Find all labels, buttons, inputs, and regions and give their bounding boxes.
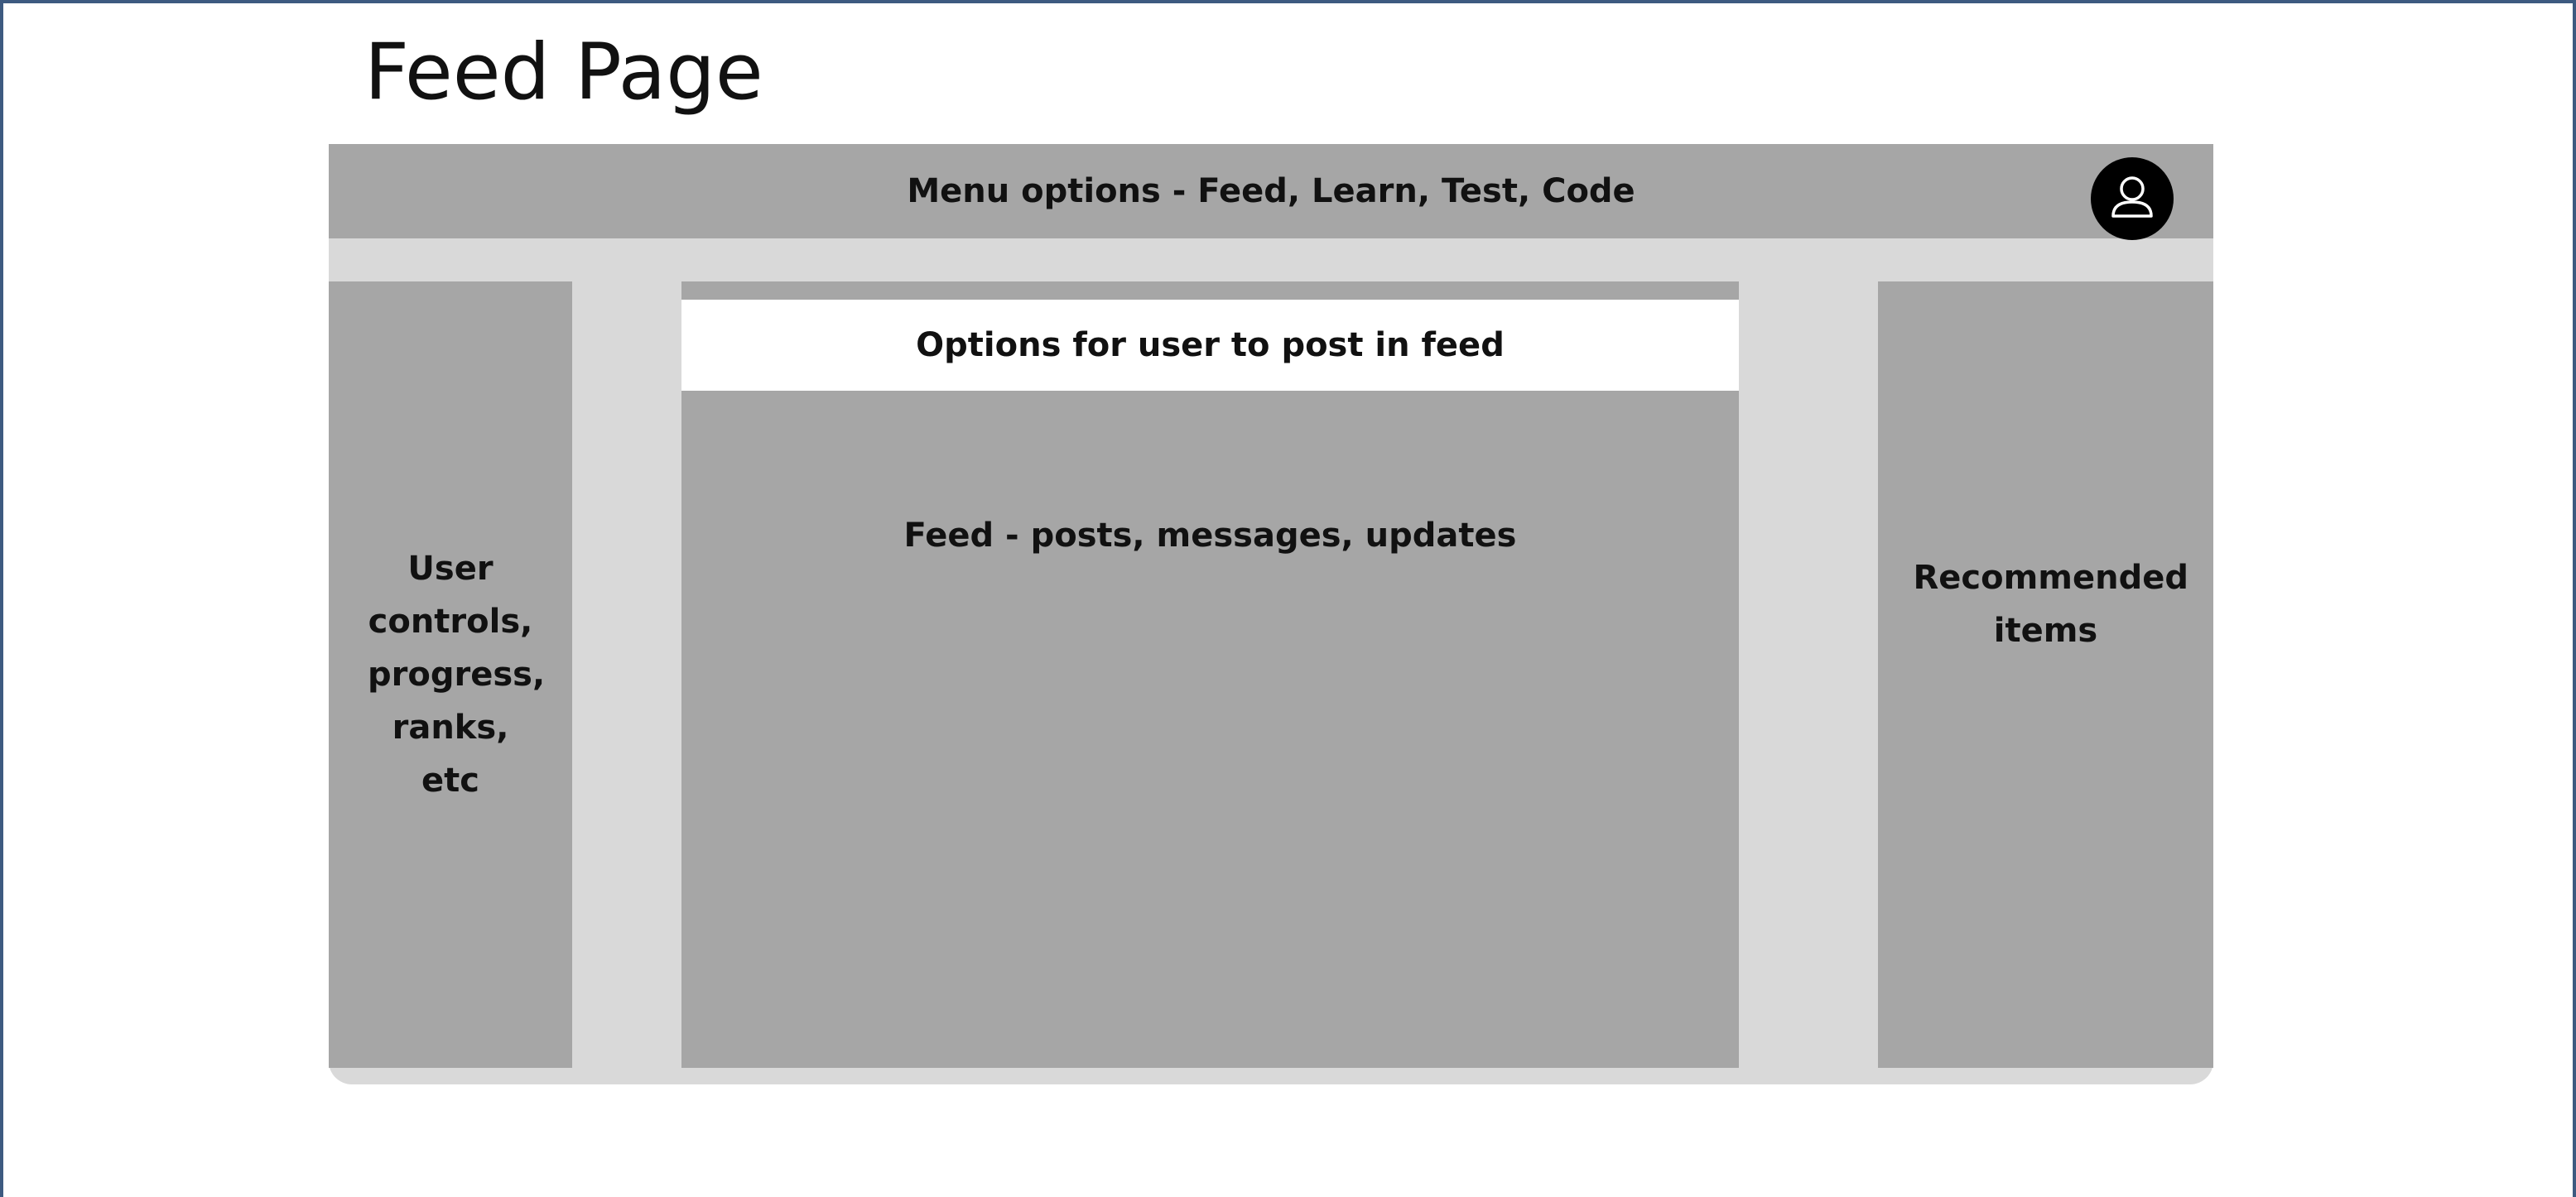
menu-options-label: Menu options - Feed, Learn, Test, Code bbox=[907, 172, 1635, 210]
user-controls-panel: User controls, progress, ranks, etc bbox=[329, 281, 572, 1068]
feed-content-label: Feed - posts, messages, updates bbox=[903, 517, 1517, 555]
page-title: Feed Page bbox=[364, 27, 763, 118]
post-options-label: Options for user to post in feed bbox=[916, 326, 1505, 364]
user-avatar-glyph bbox=[2111, 176, 2153, 218]
feed-page-wireframe: Menu options - Feed, Learn, Test, Code U… bbox=[329, 144, 2213, 1084]
user-controls-label: User controls, progress, ranks, etc bbox=[368, 550, 546, 800]
user-avatar-icon[interactable] bbox=[2091, 157, 2174, 240]
recommended-items-panel: Recommended items bbox=[1878, 281, 2213, 1068]
post-options-bar[interactable]: Options for user to post in feed bbox=[681, 300, 1739, 391]
feed-content-area: Feed - posts, messages, updates bbox=[681, 391, 1739, 680]
recommended-items-label: Recommended items bbox=[1913, 559, 2188, 650]
